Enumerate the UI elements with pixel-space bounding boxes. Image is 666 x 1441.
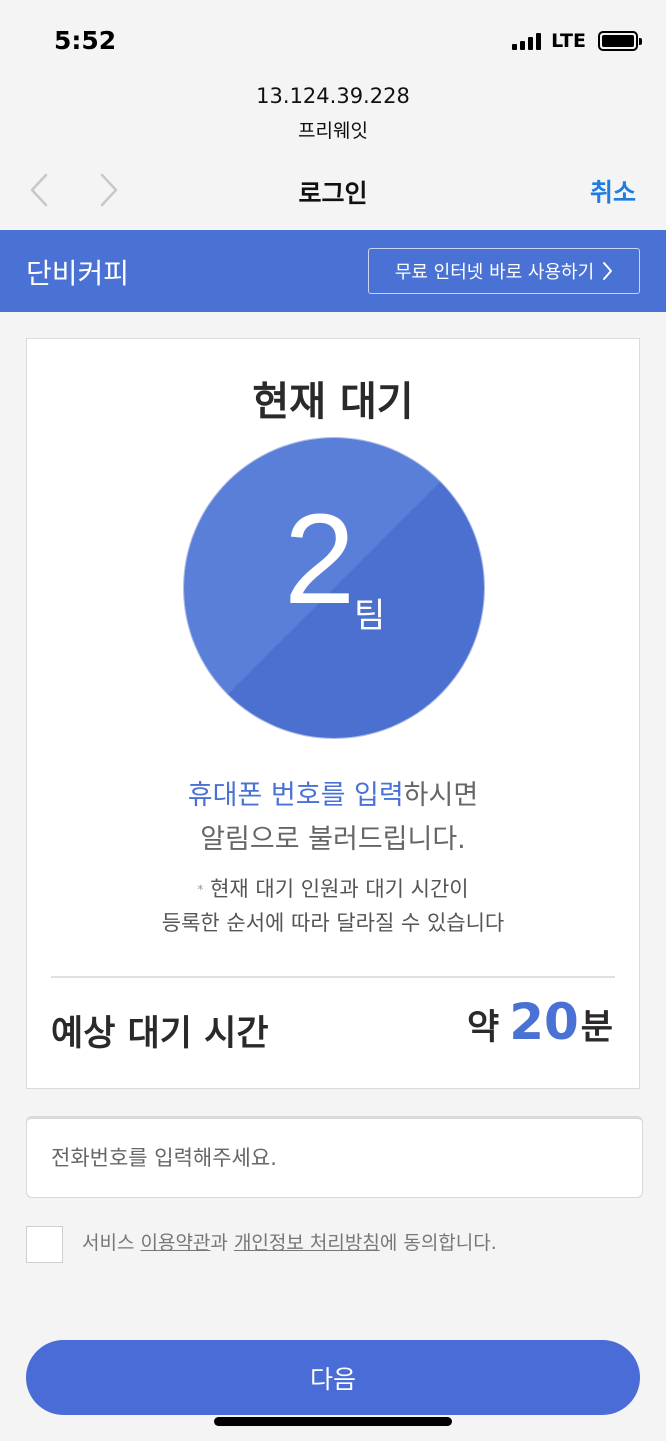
queue-card: 현재 대기 2 팀 휴대폰 번호를 입력하시면 알림으로 불러드립니다. * 현…: [26, 338, 640, 1089]
queue-circle: 2 팀: [184, 438, 484, 738]
network-type: LTE: [551, 30, 586, 52]
chevron-left-icon: [30, 173, 48, 207]
agree-suffix: 에 동의합니다.: [379, 1232, 497, 1254]
queue-title: 현재 대기: [252, 379, 414, 425]
queue-count: 2: [284, 488, 356, 631]
phone-input[interactable]: [26, 1116, 643, 1198]
next-button[interactable]: 다음: [26, 1340, 640, 1415]
note-line-1: 현재 대기 인원과 대기 시간이: [210, 877, 469, 901]
portal-host: 13.124.39.228: [256, 84, 410, 108]
home-indicator: [214, 1417, 452, 1426]
wait-suffix: 분: [580, 1008, 613, 1048]
status-time: 5:52: [54, 26, 117, 55]
free-internet-button[interactable]: 무료 인터넷 바로 사용하기: [368, 248, 640, 294]
wait-prefix: 약: [467, 1008, 500, 1048]
brand-name: 단비커피: [26, 257, 130, 290]
cancel-button[interactable]: 취소: [590, 173, 636, 209]
queue-unit: 팀: [354, 596, 386, 636]
notify-rest: 하시면: [403, 780, 479, 811]
back-button[interactable]: [24, 172, 54, 208]
signal-icon: [512, 32, 542, 50]
privacy-link[interactable]: 개인정보 처리방침: [234, 1232, 380, 1254]
status-bar: 5:52 LTE: [0, 0, 666, 80]
note-star: *: [197, 882, 204, 897]
agree-mid: 과: [210, 1232, 234, 1254]
chevron-right-icon: [100, 173, 118, 207]
agree-prefix: 서비스: [82, 1232, 141, 1254]
forward-button[interactable]: [94, 172, 124, 208]
status-indicators: LTE: [512, 30, 642, 52]
wait-value: 약 20 분: [467, 993, 613, 1051]
brand-bar: 단비커피 무료 인터넷 바로 사용하기: [0, 230, 666, 312]
note-line-2: 등록한 순서에 따라 달라질 수 있습니다: [161, 910, 505, 935]
notify-highlight: 휴대폰 번호를 입력: [187, 780, 404, 811]
wait-label: 예상 대기 시간: [51, 1014, 269, 1054]
free-internet-label: 무료 인터넷 바로 사용하기: [394, 262, 595, 283]
terms-link[interactable]: 이용약관: [140, 1232, 210, 1254]
notify-text-2: 알림으로 불러드립니다.: [200, 824, 466, 855]
wait-note: * 현재 대기 인원과 대기 시간이 등록한 순서에 따라 달라질 수 있습니다: [27, 873, 639, 940]
agree-text: 서비스 이용약관과 개인정보 처리방침에 동의합니다.: [82, 1228, 497, 1255]
battery-icon: [598, 31, 642, 51]
divider: [51, 976, 615, 978]
wait-minutes: 20: [509, 993, 579, 1051]
notify-text: 휴대폰 번호를 입력하시면: [27, 773, 639, 812]
agree-checkbox[interactable]: [26, 1226, 63, 1263]
portal-ssid: 프리웨잇: [298, 120, 368, 142]
chevron-right-icon: [603, 262, 613, 280]
